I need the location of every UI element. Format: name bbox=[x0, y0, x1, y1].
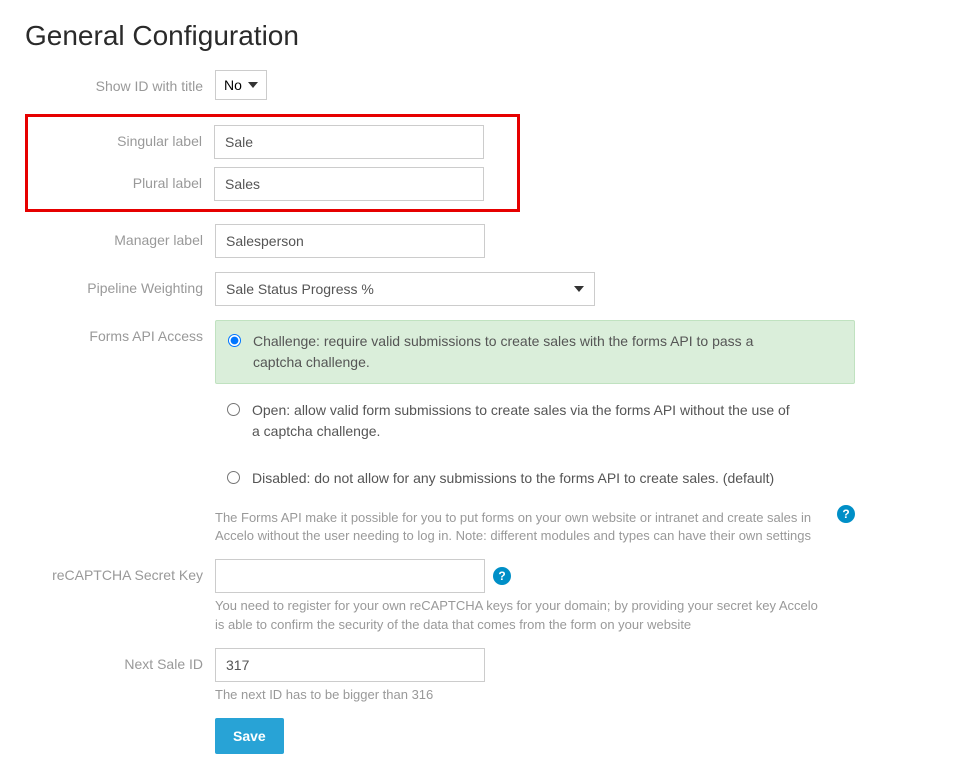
show-id-row: Show ID with title No bbox=[25, 70, 955, 100]
next-sale-id-help-text: The next ID has to be bigger than 316 bbox=[215, 686, 830, 704]
next-sale-id-input[interactable] bbox=[215, 648, 485, 682]
save-button[interactable]: Save bbox=[215, 718, 284, 754]
forms-api-help-text: The Forms API make it possible for you t… bbox=[215, 509, 829, 545]
pipeline-label: Pipeline Weighting bbox=[25, 272, 215, 296]
plural-input[interactable] bbox=[214, 167, 484, 201]
radio-option-challenge[interactable]: Challenge: require valid submissions to … bbox=[215, 320, 855, 384]
recaptcha-row: reCAPTCHA Secret Key ? You need to regis… bbox=[25, 559, 955, 633]
next-sale-id-label: Next Sale ID bbox=[25, 648, 215, 672]
show-id-label: Show ID with title bbox=[25, 70, 215, 94]
pipeline-select[interactable]: Sale Status Progress % bbox=[215, 272, 595, 306]
radio-open[interactable] bbox=[227, 403, 240, 416]
radio-challenge-label: Challenge: require valid submissions to … bbox=[253, 331, 793, 373]
forms-api-label: Forms API Access bbox=[25, 320, 215, 344]
radio-challenge[interactable] bbox=[228, 334, 241, 347]
highlight-box: Singular label Plural label bbox=[25, 114, 520, 212]
manager-input[interactable] bbox=[215, 224, 485, 258]
manager-label: Manager label bbox=[25, 224, 215, 248]
recaptcha-label: reCAPTCHA Secret Key bbox=[25, 559, 215, 583]
radio-disabled-label: Disabled: do not allow for any submissio… bbox=[252, 468, 774, 489]
recaptcha-help-text: You need to register for your own reCAPT… bbox=[215, 597, 830, 633]
forms-api-row: Forms API Access Challenge: require vali… bbox=[25, 320, 955, 545]
radio-option-disabled[interactable]: Disabled: do not allow for any submissio… bbox=[215, 458, 855, 499]
pipeline-row: Pipeline Weighting Sale Status Progress … bbox=[25, 272, 955, 306]
forms-api-radio-group: Challenge: require valid submissions to … bbox=[215, 320, 855, 505]
plural-row: Plural label bbox=[28, 167, 517, 201]
radio-disabled[interactable] bbox=[227, 471, 240, 484]
singular-input[interactable] bbox=[214, 125, 484, 159]
plural-label: Plural label bbox=[28, 167, 214, 191]
next-sale-id-row: Next Sale ID The next ID has to be bigge… bbox=[25, 648, 955, 704]
radio-open-label: Open: allow valid form submissions to cr… bbox=[252, 400, 792, 442]
singular-label: Singular label bbox=[28, 125, 214, 149]
show-id-select[interactable]: No bbox=[215, 70, 267, 100]
manager-row: Manager label bbox=[25, 224, 955, 258]
help-icon[interactable]: ? bbox=[837, 505, 855, 523]
singular-row: Singular label bbox=[28, 125, 517, 159]
page-title: General Configuration bbox=[25, 20, 955, 52]
recaptcha-input[interactable] bbox=[215, 559, 485, 593]
radio-option-open[interactable]: Open: allow valid form submissions to cr… bbox=[215, 390, 855, 452]
help-icon[interactable]: ? bbox=[493, 567, 511, 585]
